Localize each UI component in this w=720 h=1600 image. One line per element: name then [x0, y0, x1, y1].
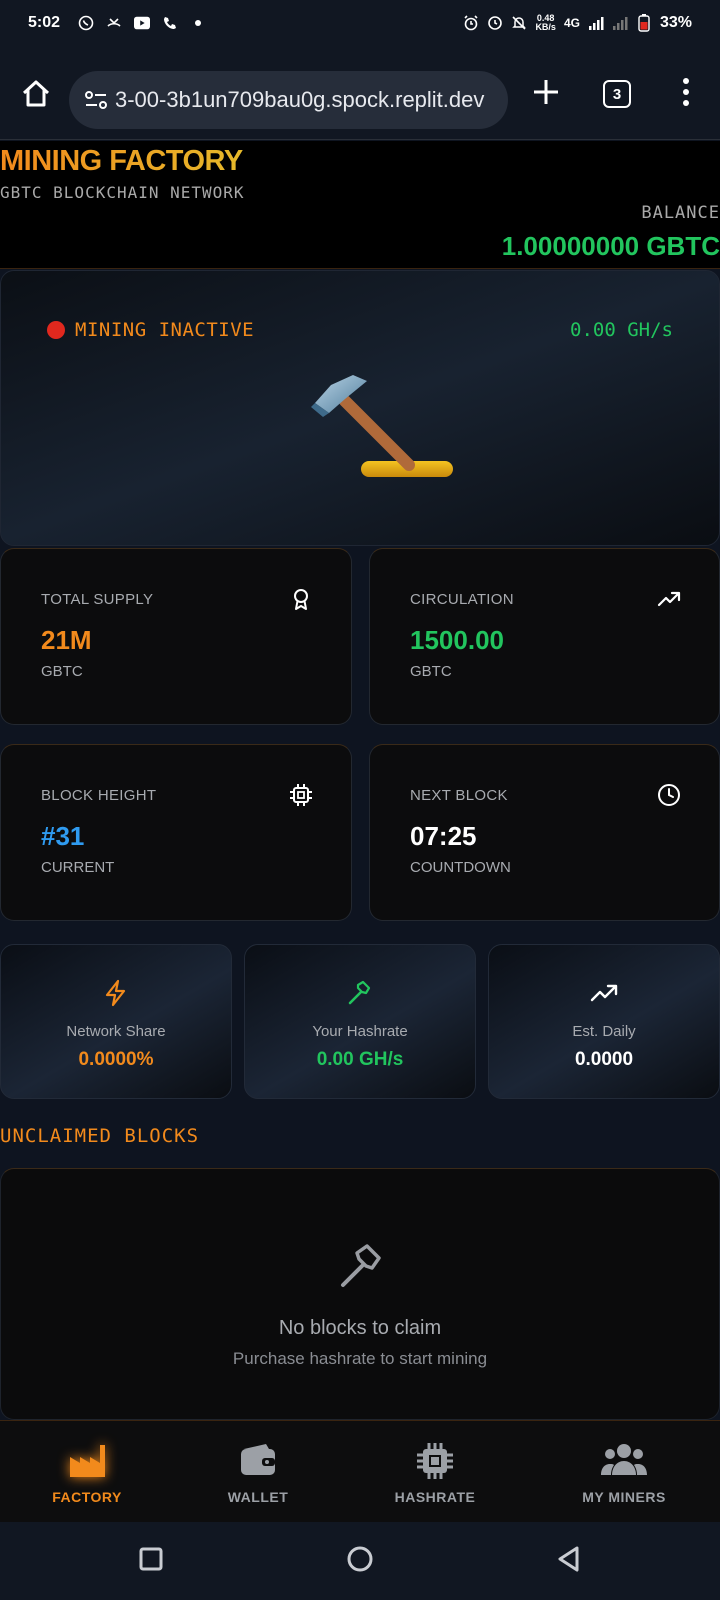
signal-weak-icon — [612, 15, 628, 31]
nav-factory[interactable]: FACTORY — [0, 1421, 174, 1523]
circulation-card: CIRCULATION 1500.00 GBTC — [369, 548, 720, 725]
hammer-icon — [346, 979, 374, 1007]
block-height-unit: CURRENT — [41, 859, 115, 876]
total-supply-unit: GBTC — [41, 663, 83, 680]
more-vert-icon — [683, 78, 689, 106]
app-subtitle: GBTC BLOCKCHAIN NETWORK — [0, 183, 245, 202]
app-header: MINING FACTORY GBTC BLOCKCHAIN NETWORK B… — [0, 141, 720, 269]
est-daily-label: Est. Daily — [572, 1023, 636, 1040]
hammer-icon — [337, 1241, 387, 1291]
status-time: 5:02 — [28, 14, 61, 31]
timer-icon — [487, 15, 503, 31]
nav-my-miners[interactable]: MY MINERS — [528, 1421, 720, 1523]
total-supply-label: TOTAL SUPPLY — [41, 591, 154, 608]
net-speed-unit: KB/s — [535, 22, 556, 32]
status-bar: 5:02 0.48 KB/s 4G 33% — [0, 0, 720, 46]
site-settings-icon[interactable] — [83, 87, 109, 113]
call-icon — [162, 15, 178, 31]
network-share-card: Network Share 0.0000% — [0, 944, 232, 1099]
dot-icon — [190, 15, 206, 31]
nav-factory-label: FACTORY — [52, 1489, 122, 1505]
mining-status-text: MINING INACTIVE — [75, 319, 255, 341]
chip-icon — [415, 1441, 455, 1481]
balance-label: BALANCE — [641, 203, 720, 223]
next-block-label: NEXT BLOCK — [410, 787, 508, 804]
clock-icon — [657, 783, 681, 807]
mining-status-panel: MINING INACTIVE 0.00 GH/s — [0, 270, 720, 546]
browser-menu-button[interactable] — [676, 76, 696, 108]
unclaimed-blocks-title: UNCLAIMED BLOCKS — [0, 1125, 200, 1147]
address-bar[interactable]: 3-00-3b1un709bau0g.spock.replit.dev — [69, 71, 508, 129]
home-icon — [22, 80, 50, 107]
new-tab-button[interactable] — [530, 76, 562, 108]
network-type: 4G — [563, 16, 580, 30]
unclaimed-blocks-panel: No blocks to claim Purchase hashrate to … — [0, 1168, 720, 1420]
url-text[interactable]: 3-00-3b1un709bau0g.spock.replit.dev — [115, 87, 494, 113]
system-navigation-bar — [0, 1522, 720, 1600]
circulation-unit: GBTC — [410, 663, 452, 680]
home-nav-button[interactable] — [343, 1542, 377, 1576]
net-speed: 0.48 KB/s — [535, 14, 556, 32]
browser-toolbar: 3-00-3b1un709bau0g.spock.replit.dev 3 — [0, 46, 720, 140]
nav-hashrate[interactable]: HASHRATE — [342, 1421, 528, 1523]
est-daily-card: Est. Daily 0.0000 — [488, 944, 720, 1099]
empty-state-subtitle: Purchase hashrate to start mining — [232, 1349, 488, 1368]
empty-state-title: No blocks to claim — [278, 1317, 442, 1339]
status-dot-icon — [47, 321, 65, 339]
cpu-icon — [289, 783, 313, 807]
wallet-icon — [238, 1441, 278, 1481]
plus-icon — [534, 80, 558, 104]
bottom-navigation: FACTORY WALLET HASHRATE MY MINERS — [0, 1420, 720, 1522]
missed-call-icon — [106, 15, 122, 31]
trending-up-icon — [657, 587, 681, 611]
block-height-label: BLOCK HEIGHT — [41, 787, 157, 804]
next-block-value: 07:25 — [410, 821, 477, 851]
est-daily-value: 0.0000 — [574, 1049, 634, 1070]
back-triangle-icon — [558, 1546, 579, 1572]
factory-icon — [67, 1441, 107, 1481]
circulation-label: CIRCULATION — [410, 591, 514, 608]
nav-hashrate-label: HASHRATE — [394, 1489, 476, 1505]
trending-up-icon — [590, 979, 618, 1007]
nav-my-miners-label: MY MINERS — [582, 1489, 666, 1505]
award-icon — [289, 587, 313, 611]
back-button[interactable] — [552, 1542, 586, 1576]
total-supply-card: TOTAL SUPPLY 21M GBTC — [0, 548, 352, 725]
battery-percent: 33% — [659, 14, 692, 31]
tab-switcher-button[interactable]: 3 — [603, 80, 631, 108]
your-hashrate-card: Your Hashrate 0.00 GH/s — [244, 944, 476, 1099]
network-share-label: Network Share — [66, 1023, 166, 1040]
recents-button[interactable] — [134, 1542, 168, 1576]
next-block-unit: COUNTDOWN — [410, 859, 511, 876]
current-hashrate: 0.00 GH/s — [570, 319, 673, 341]
signal-icon — [588, 15, 604, 31]
your-hashrate-value: 0.00 GH/s — [316, 1049, 404, 1070]
whatsapp-icon — [78, 15, 94, 31]
youtube-icon — [134, 15, 151, 31]
mining-status: MINING INACTIVE — [47, 319, 254, 341]
total-supply-value: 21M — [41, 625, 92, 655]
next-block-card: NEXT BLOCK 07:25 COUNTDOWN — [369, 744, 720, 921]
square-icon — [139, 1547, 163, 1571]
mute-icon — [511, 15, 527, 31]
alarm-icon — [463, 15, 479, 31]
block-height-card: BLOCK HEIGHT #31 CURRENT — [0, 744, 352, 921]
battery-icon — [636, 14, 652, 32]
users-icon — [601, 1441, 647, 1481]
mining-hammer-icon — [309, 371, 459, 481]
nav-wallet[interactable]: WALLET — [174, 1421, 342, 1523]
block-height-value: #31 — [41, 821, 85, 851]
your-hashrate-label: Your Hashrate — [312, 1023, 408, 1040]
network-share-value: 0.0000% — [78, 1049, 154, 1070]
lightning-icon — [102, 979, 130, 1007]
balance-value: 1.00000000 GBTC — [501, 231, 720, 261]
home-button[interactable] — [18, 76, 54, 112]
nav-wallet-label: WALLET — [227, 1489, 289, 1505]
app-title: MINING FACTORY — [0, 145, 243, 177]
circle-icon — [347, 1546, 373, 1572]
circulation-value: 1500.00 — [410, 625, 504, 655]
